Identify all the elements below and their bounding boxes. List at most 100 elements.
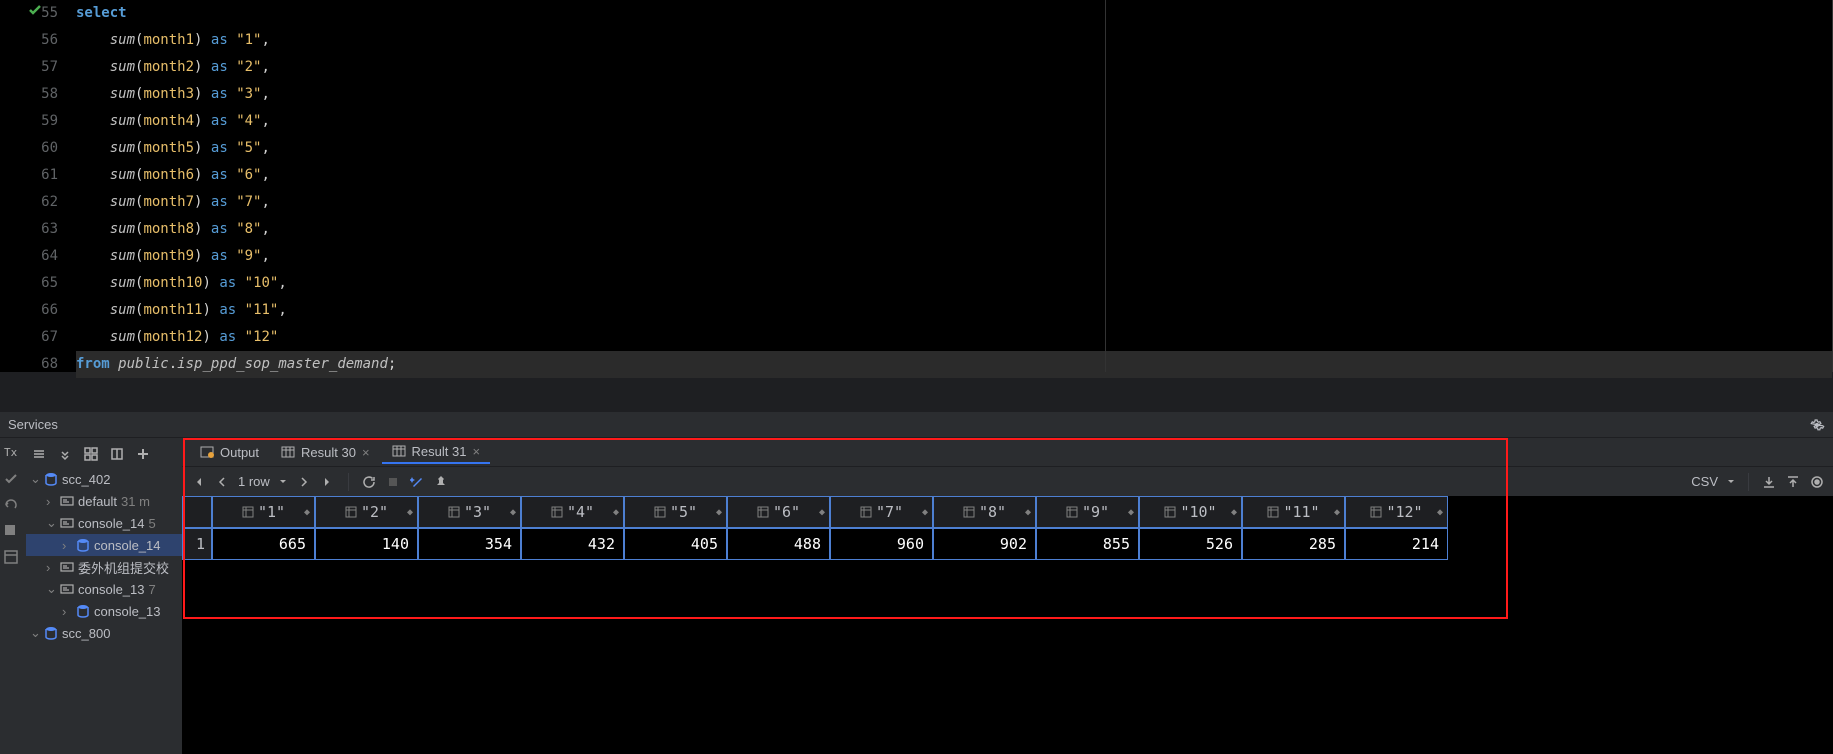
data-cell[interactable]: 665 xyxy=(212,528,315,560)
column-header[interactable]: "5"◆ xyxy=(624,496,727,528)
column-header[interactable]: "4"◆ xyxy=(521,496,624,528)
layout-icon[interactable] xyxy=(4,550,22,568)
tree-item[interactable]: ⌄scc_800 xyxy=(26,622,182,644)
tree-item[interactable]: ›console_13 xyxy=(26,600,182,622)
result-tabs: OutputResult 30×Result 31× xyxy=(182,438,1833,466)
data-cell[interactable]: 214 xyxy=(1345,528,1448,560)
data-cell[interactable]: 405 xyxy=(624,528,727,560)
code-line[interactable]: sum(month2) as "2", xyxy=(76,54,1832,81)
upload-icon[interactable] xyxy=(1785,474,1801,490)
sort-icon[interactable]: ◆ xyxy=(1231,507,1237,518)
data-cell[interactable]: 488 xyxy=(727,528,830,560)
column-header[interactable]: "8"◆ xyxy=(933,496,1036,528)
add-icon[interactable] xyxy=(136,447,152,463)
stop-icon[interactable] xyxy=(4,524,22,542)
row-count-label[interactable]: 1 row xyxy=(238,474,270,489)
magic-icon[interactable] xyxy=(409,474,425,490)
code-line[interactable]: sum(month10) as "10", xyxy=(76,270,1832,297)
first-page-icon[interactable] xyxy=(190,474,206,490)
column-header[interactable]: "6"◆ xyxy=(727,496,830,528)
code-line[interactable]: sum(month6) as "6", xyxy=(76,162,1832,189)
line-number: 65 xyxy=(0,270,58,297)
sort-icon[interactable]: ◆ xyxy=(1128,507,1134,518)
filter-toolbar-icon[interactable] xyxy=(110,447,126,463)
tree-item[interactable]: ›console_14 xyxy=(26,534,182,556)
sort-icon[interactable]: ◆ xyxy=(1025,507,1031,518)
reload-icon[interactable] xyxy=(361,474,377,490)
sort-icon[interactable]: ◆ xyxy=(1437,507,1443,518)
services-panel: Services Tx ⌄scc_402›default 31 m⌄consol… xyxy=(0,412,1833,754)
code-line[interactable]: sum(month12) as "12" xyxy=(76,324,1832,351)
close-icon[interactable]: × xyxy=(472,444,480,459)
tx-icon[interactable]: Tx xyxy=(4,446,22,464)
column-header[interactable]: "1"◆ xyxy=(212,496,315,528)
column-header[interactable]: "7"◆ xyxy=(830,496,933,528)
tree-label: default xyxy=(78,494,117,509)
settings-icon[interactable] xyxy=(1809,417,1825,433)
column-header[interactable]: "9"◆ xyxy=(1036,496,1139,528)
column-header[interactable]: "11"◆ xyxy=(1242,496,1345,528)
data-cell[interactable]: 902 xyxy=(933,528,1036,560)
tree-item[interactable]: ›default 31 m xyxy=(26,490,182,512)
view-mode-icon[interactable] xyxy=(1809,474,1825,490)
download-icon[interactable] xyxy=(1761,474,1777,490)
data-cell[interactable]: 354 xyxy=(418,528,521,560)
code-line[interactable]: from public.isp_ppd_sop_master_demand; xyxy=(76,351,1832,378)
console-icon xyxy=(60,494,74,508)
code-line[interactable]: select xyxy=(76,0,1832,27)
code-content[interactable]: select sum(month1) as "1", sum(month2) a… xyxy=(76,0,1833,372)
code-line[interactable]: sum(month5) as "5", xyxy=(76,135,1832,162)
sort-icon[interactable]: ◆ xyxy=(510,507,516,518)
code-line[interactable]: sum(month1) as "1", xyxy=(76,27,1832,54)
column-header[interactable]: "10"◆ xyxy=(1139,496,1242,528)
code-line[interactable]: sum(month8) as "8", xyxy=(76,216,1832,243)
data-cell[interactable]: 526 xyxy=(1139,528,1242,560)
result-tab[interactable]: Result 31× xyxy=(382,440,491,464)
sort-icon[interactable]: ◆ xyxy=(613,507,619,518)
panel-divider[interactable] xyxy=(0,372,1833,412)
export-format-label[interactable]: CSV xyxy=(1691,474,1718,489)
expand-all-icon[interactable] xyxy=(32,447,48,463)
table-row[interactable]: 1665140354432405488960902855526285214 xyxy=(182,528,1833,560)
last-page-icon[interactable] xyxy=(320,474,336,490)
sort-icon[interactable]: ◆ xyxy=(1334,507,1340,518)
column-header[interactable]: "3"◆ xyxy=(418,496,521,528)
data-cell[interactable]: 285 xyxy=(1242,528,1345,560)
result-grid[interactable]: "1"◆"2"◆"3"◆"4"◆"5"◆"6"◆"7"◆"8"◆"9"◆"10"… xyxy=(182,496,1833,560)
result-tab[interactable]: Result 30× xyxy=(271,440,380,464)
sort-icon[interactable]: ◆ xyxy=(819,507,825,518)
sort-icon[interactable]: ◆ xyxy=(716,507,722,518)
collapse-all-icon[interactable] xyxy=(58,447,74,463)
result-tab[interactable]: Output xyxy=(190,440,269,464)
code-line[interactable]: sum(month4) as "4", xyxy=(76,108,1832,135)
prev-page-icon[interactable] xyxy=(214,474,230,490)
close-icon[interactable]: × xyxy=(362,445,370,460)
column-header[interactable]: "2"◆ xyxy=(315,496,418,528)
tree-item[interactable]: ›委外机组提交校 xyxy=(26,556,182,578)
next-page-icon[interactable] xyxy=(296,474,312,490)
rollback-icon[interactable] xyxy=(4,498,22,516)
tree-item[interactable]: ⌄console_14 5 xyxy=(26,512,182,534)
code-line[interactable]: sum(month9) as "9", xyxy=(76,243,1832,270)
data-cell[interactable]: 140 xyxy=(315,528,418,560)
data-cell[interactable]: 855 xyxy=(1036,528,1139,560)
tree-item[interactable]: ⌄console_13 7 xyxy=(26,578,182,600)
export-dropdown-icon[interactable] xyxy=(1726,474,1736,490)
column-header[interactable]: "12"◆ xyxy=(1345,496,1448,528)
sort-icon[interactable]: ◆ xyxy=(304,507,310,518)
tree-item[interactable]: ⌄scc_402 xyxy=(26,468,182,490)
dropdown-icon[interactable] xyxy=(278,474,288,490)
code-editor[interactable]: 5556575859606162636465666768 select sum(… xyxy=(0,0,1833,372)
tree-label: console_13 xyxy=(78,582,145,597)
data-cell[interactable]: 432 xyxy=(521,528,624,560)
data-cell[interactable]: 960 xyxy=(830,528,933,560)
code-line[interactable]: sum(month7) as "7", xyxy=(76,189,1832,216)
code-line[interactable]: sum(month3) as "3", xyxy=(76,81,1832,108)
services-tree[interactable]: ⌄scc_402›default 31 m⌄console_14 5›conso… xyxy=(26,468,182,644)
grid-icon[interactable] xyxy=(84,447,100,463)
sort-icon[interactable]: ◆ xyxy=(922,507,928,518)
check-icon[interactable] xyxy=(4,472,22,490)
sort-icon[interactable]: ◆ xyxy=(407,507,413,518)
code-line[interactable]: sum(month11) as "11", xyxy=(76,297,1832,324)
pin-icon[interactable] xyxy=(433,474,449,490)
